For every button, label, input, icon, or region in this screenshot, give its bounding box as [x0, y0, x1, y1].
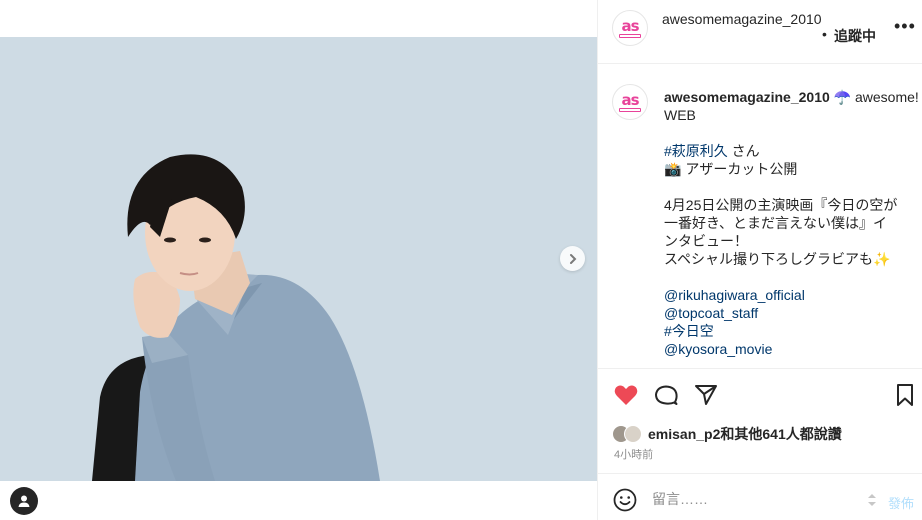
caption-line — [664, 178, 914, 196]
caption-text-span: さん — [727, 143, 760, 159]
caption-link[interactable]: @topcoat_staff — [664, 305, 758, 321]
sort-arrows-icon[interactable] — [867, 492, 877, 508]
caption-username[interactable]: awesomemagazine_2010 — [664, 89, 830, 105]
caption-link[interactable]: #萩原利久 — [664, 143, 728, 159]
photo-illustration — [0, 37, 597, 481]
comment-bar: 發佈 — [598, 473, 922, 520]
emoji-icon[interactable] — [613, 488, 637, 512]
caption-line: ンタビュー！ — [664, 232, 914, 250]
post-header: as awesomemagazine_2010 • 追蹤中 ••• — [598, 0, 922, 64]
caption-link[interactable]: #今日空 — [664, 323, 714, 339]
header-separator-dot: • — [822, 26, 827, 42]
chevron-right-icon — [569, 253, 576, 264]
actions-bar: emisan_p2和其他641人都說讚 4小時前 — [598, 368, 922, 473]
header-username[interactable]: awesomemagazine_2010 — [662, 10, 822, 28]
post-side-panel: as awesomemagazine_2010 • 追蹤中 ••• as awe… — [597, 0, 922, 520]
liker-avatar — [624, 425, 642, 443]
post-photo — [0, 37, 597, 481]
brand-logo-badge — [619, 33, 641, 38]
brand-logo: as — [621, 16, 639, 35]
user-tag-icon — [18, 495, 30, 507]
caption-text-span: スペシャル撮り下ろしグラビアも✨ — [664, 251, 891, 267]
caption-text-span: ンタビュー！ — [664, 233, 748, 249]
more-icon[interactable]: ••• — [894, 16, 916, 37]
caption-line: @rikuhagiwara_official — [664, 286, 914, 304]
caption-text-span: 一番好き、とまだ言えない僕は』イ — [664, 215, 888, 231]
next-photo-button[interactable] — [560, 246, 585, 271]
caption-line: #今日空 — [664, 322, 914, 340]
post-comment-button[interactable]: 發佈 — [888, 493, 914, 512]
caption-link[interactable]: @rikuhagiwara_official — [664, 287, 805, 303]
caption-line: @kyosora_movie — [664, 340, 914, 358]
media-top-bar — [0, 0, 597, 37]
caption-line: スペシャル撮り下ろしグラビアも✨ — [664, 250, 914, 268]
caption-line — [664, 268, 914, 286]
caption-line: 4月25日公開の主演映画『今日の空が — [664, 196, 914, 214]
following-button[interactable]: 追蹤中 — [834, 26, 876, 46]
caption-text-span: 📸 アザーカット公開 — [664, 161, 798, 177]
post-viewer: as awesomemagazine_2010 • 追蹤中 ••• as awe… — [0, 0, 922, 520]
heart-icon[interactable] — [612, 381, 640, 409]
caption-line: 一番好き、とまだ言えない僕は』イ — [664, 214, 914, 232]
comment-icon[interactable] — [652, 381, 680, 409]
likes-text[interactable]: emisan_p2和其他641人都說讚 — [648, 424, 842, 444]
avatar[interactable]: as — [612, 10, 648, 46]
post-time[interactable]: 4小時前 — [614, 446, 653, 462]
caption-link[interactable]: @kyosora_movie — [664, 341, 772, 357]
likes-summary[interactable]: emisan_p2和其他641人都說讚 — [612, 423, 842, 445]
caption-area: as awesomemagazine_2010 ☂️ awesome! WEB … — [598, 64, 922, 368]
share-icon[interactable] — [692, 381, 720, 409]
caption-text-span: 4月25日公開の主演映画『今日の空が — [664, 197, 898, 213]
bookmark-icon[interactable] — [891, 381, 919, 409]
caption-text: #萩原利久 さん 📸 アザーカット公開 4月25日公開の主演映画『今日の空が 一番好き… — [664, 142, 914, 358]
tagged-users-button[interactable] — [10, 487, 38, 515]
brand-logo-badge — [619, 107, 641, 112]
brand-logo: as — [621, 90, 639, 109]
caption-line: #萩原利久 さん — [664, 142, 914, 160]
caption-avatar[interactable]: as — [612, 84, 648, 120]
caption-line: @topcoat_staff — [664, 304, 914, 322]
comment-input[interactable] — [652, 488, 852, 510]
media-bottom-bar — [0, 481, 597, 520]
caption-header: awesomemagazine_2010 ☂️ awesome! WEB — [664, 88, 919, 124]
caption-line: 📸 アザーカット公開 — [664, 160, 914, 178]
